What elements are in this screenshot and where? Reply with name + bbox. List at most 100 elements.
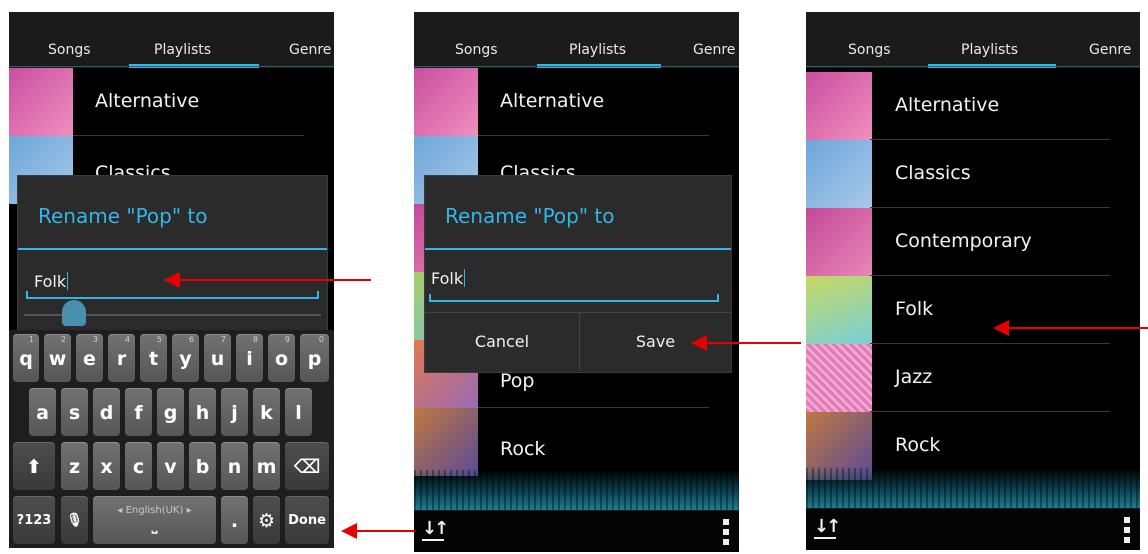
tab-playlists[interactable]: Playlists [569,42,626,58]
dialog-title: Rename "Pop" to [445,204,615,228]
tab-songs[interactable]: Songs [48,42,91,58]
key-i[interactable]: 8i [236,334,263,382]
key-y[interactable]: 6y [172,334,199,382]
key-b[interactable]: b [189,442,216,490]
playlist-row-contemporary[interactable]: Contemporary [806,208,1140,276]
playlist-row-folk[interactable]: Folk [806,276,1140,344]
rename-input[interactable]: Folk [431,269,466,288]
key-j[interactable]: j [221,388,248,436]
key-h[interactable]: h [189,388,216,436]
key-s[interactable]: s [61,388,88,436]
microphone-icon[interactable]: 🎙 [61,496,88,544]
playlist-row-alternative[interactable]: Alternative [9,68,334,136]
key-p[interactable]: 0p [300,334,329,382]
cursor-handle[interactable] [62,300,86,326]
tab-songs[interactable]: Songs [455,42,498,58]
equalizer-glow [414,470,739,510]
tab-genre[interactable]: Genre [289,42,331,58]
key-e[interactable]: 3e [76,334,103,382]
key-n[interactable]: n [221,442,248,490]
rename-input[interactable]: Folk [34,272,69,291]
playlist-name: Rock [895,434,941,456]
keyboard-language: ◂ English(UK) ▸ [117,505,192,516]
rename-input-value: Folk [431,269,464,288]
bottom-action-bar: ↓↑ [414,510,739,551]
key-f[interactable]: f [125,388,152,436]
key-g[interactable]: g [157,388,184,436]
shift-key[interactable]: ⬆ [13,442,55,490]
playlist-thumbnail [806,140,872,208]
key-o[interactable]: 9o [268,334,295,382]
annotation-arrow-to-save [691,335,801,351]
rename-dialog: Rename "Pop" to Folk Cancel Save [424,175,732,373]
input-underline [26,291,319,299]
playlist-row-alternative[interactable]: Alternative [414,68,739,136]
tab-bar: Songs Playlists Genre [806,12,1140,68]
key-z[interactable]: z [61,442,88,490]
tab-playlists[interactable]: Playlists [154,42,211,58]
key-u[interactable]: 7u [204,334,231,382]
space-bar-icon: ⎵ [151,518,158,534]
tab-genre[interactable]: Genre [1089,42,1131,58]
key-l[interactable]: l [285,388,312,436]
playlist-row-rock[interactable]: Rock [414,408,739,476]
symbols-key[interactable]: ?123 [13,496,55,544]
playlist-name: Alternative [895,94,1000,116]
key-d[interactable]: d [93,388,120,436]
playlist-name: Rock [500,438,546,460]
space-key[interactable]: ◂ English(UK) ▸ ⎵ [93,496,216,544]
tab-bar: Songs Playlists Genre [414,12,739,68]
dialog-title-divider [425,248,731,250]
tab-divider [806,66,1140,67]
playlist-row-alternative[interactable]: Alternative [806,72,1140,140]
key-w[interactable]: 2w [44,334,71,382]
overflow-menu-icon[interactable] [723,519,729,545]
playlist-name: Contemporary [895,230,1032,252]
key-k[interactable]: k [253,388,280,436]
key-r[interactable]: 4r [108,334,135,382]
playlist-thumbnail [414,68,478,136]
tab-bar: Songs Playlists Genre [9,12,334,68]
playlist-name: Alternative [95,90,200,112]
tab-playlists[interactable]: Playlists [961,42,1018,58]
rename-dialog: Rename "Pop" to Folk [17,175,328,336]
sort-icon[interactable]: ↓↑ [422,518,449,541]
tab-divider [414,66,739,67]
playlist-row-jazz[interactable]: Jazz [806,344,1140,412]
playlist-name: Jazz [895,366,933,388]
playlist-thumbnail [414,408,478,476]
key-t[interactable]: 5t [140,334,167,382]
playlist-thumbnail [806,208,872,276]
sort-icon[interactable]: ↓↑ [814,516,841,539]
settings-gear-icon[interactable]: ⚙ [253,496,280,544]
phone-screen-updated-list: Songs Playlists Genre Alternative Classi… [806,12,1140,550]
done-key[interactable]: Done [285,496,329,544]
cancel-button[interactable]: Cancel [425,313,579,371]
key-a[interactable]: a [29,388,56,436]
playlist-row-classics[interactable]: Classics [806,140,1140,208]
text-cursor [464,269,466,287]
annotation-arrow-to-folk [993,320,1148,336]
overflow-menu-icon[interactable] [1124,517,1130,543]
key-c[interactable]: c [125,442,152,490]
tab-divider [9,66,334,67]
period-key[interactable]: . [221,496,248,544]
playlist-name: Pop [500,370,535,392]
tab-songs[interactable]: Songs [848,42,891,58]
key-m[interactable]: m [253,442,280,490]
annotation-arrow-to-input [164,272,371,288]
text-cursor [67,272,69,290]
key-x[interactable]: x [93,442,120,490]
playlist-thumbnail [9,68,73,136]
playlist-name: Alternative [500,90,605,112]
playlist-name: Folk [895,298,934,320]
key-v[interactable]: v [157,442,184,490]
backspace-key[interactable]: ⌫ [285,442,329,490]
tab-genre[interactable]: Genre [693,42,735,58]
phone-screen-rename-dialog: Songs Playlists Genre Alternative Classi… [414,12,739,552]
equalizer-glow [806,468,1140,508]
playlist-thumbnail [806,276,872,344]
key-q[interactable]: 1q [13,334,39,382]
dialog-title: Rename "Pop" to [38,204,208,228]
bottom-action-bar: ↓↑ [806,508,1140,549]
